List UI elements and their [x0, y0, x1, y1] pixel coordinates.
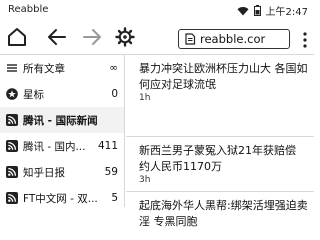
battery-icon [253, 5, 261, 16]
article-item[interactable]: 起底海外华人黑帮:绑架活埋强迫卖淫 专黑同胞 [126, 192, 314, 228]
clock: 上午2:47 [265, 7, 308, 18]
rss-icon [6, 192, 18, 204]
page-icon [185, 33, 196, 45]
article-age: 1h [139, 93, 151, 103]
sidebar-item-label: 知乎日报 [23, 166, 65, 179]
sidebar-item-label: FT中文网 - 双... [23, 192, 98, 205]
arrow-right-icon [83, 29, 101, 45]
forward-button[interactable] [80, 25, 104, 49]
app-name: Reabble [8, 4, 49, 15]
home-button[interactable] [5, 25, 29, 49]
star-icon [6, 88, 18, 100]
sidebar-item-label: 腾讯 - 国内... [23, 140, 86, 153]
url-text: reabble.cor [200, 32, 266, 46]
settings-button[interactable] [113, 25, 137, 49]
sidebar-item-label: 星标 [23, 88, 44, 101]
article-item[interactable]: 暴力冲突让欧洲杯压力山大 各国如何应对足球流氓 1h [126, 55, 314, 106]
list-icon [7, 64, 17, 72]
more-vertical-icon [303, 32, 307, 48]
sidebar-item-tencent-intl[interactable]: 腾讯 - 国际新闻 [0, 107, 124, 133]
article-divider [126, 136, 314, 137]
sidebar-item-starred[interactable]: 星标 0 [0, 81, 124, 107]
rss-icon [6, 140, 18, 152]
article-title: 起底海外华人黑帮:绑架活埋强迫卖淫 专黑同胞 [139, 199, 308, 228]
article-list: 暴力冲突让欧洲杯压力山大 各国如何应对足球流氓 1h 新西兰男子蒙冤入狱21年获… [126, 55, 314, 228]
sidebar-item-zhihu-daily[interactable]: 知乎日报 59 [0, 159, 124, 185]
sidebar-item-all-articles[interactable]: 所有文章 ∞ [0, 55, 124, 81]
home-icon [8, 28, 26, 46]
browser-toolbar: reabble.cor [0, 22, 314, 52]
rss-icon [6, 114, 18, 126]
sidebar-divider [124, 55, 125, 207]
sidebar-item-label: 所有文章 [23, 62, 65, 75]
wifi-icon [237, 6, 249, 15]
article-divider [126, 191, 314, 192]
address-bar[interactable]: reabble.cor [178, 29, 290, 49]
sidebar-item-count: ∞ [109, 62, 118, 74]
sidebar-item-ft-chinese[interactable]: FT中文网 - 双... 5 [0, 185, 124, 211]
article-age: 3h [139, 175, 151, 185]
article-item[interactable]: 新西兰男子蒙冤入狱21年获赔偿 约人民币1170万 3h [126, 137, 314, 191]
article-title: 新西兰男子蒙冤入狱21年获赔偿 约人民币1170万 [139, 144, 296, 173]
sidebar-item-count: 411 [97, 140, 118, 152]
sidebar-item-count: 5 [111, 192, 118, 204]
sidebar-item-label: 腾讯 - 国际新闻 [23, 114, 98, 127]
sidebar-item-tencent-domestic[interactable]: 腾讯 - 国内... 411 [0, 133, 124, 159]
arrow-left-icon [48, 29, 66, 45]
back-button[interactable] [45, 25, 69, 49]
overflow-menu-button[interactable] [300, 30, 310, 50]
rss-icon [6, 166, 18, 178]
status-bar: Reabble 上午2:47 [0, 0, 314, 20]
status-icons: 上午2:47 [237, 3, 308, 18]
sidebar-item-count: 59 [104, 166, 118, 178]
feed-sidebar: 所有文章 ∞ 星标 0 腾讯 - 国际新闻 腾讯 - 国内... 411 知乎日… [0, 55, 124, 207]
gear-icon [115, 27, 135, 47]
sidebar-item-count: 0 [111, 88, 118, 100]
article-title: 暴力冲突让欧洲杯压力山大 各国如何应对足球流氓 [139, 62, 308, 91]
